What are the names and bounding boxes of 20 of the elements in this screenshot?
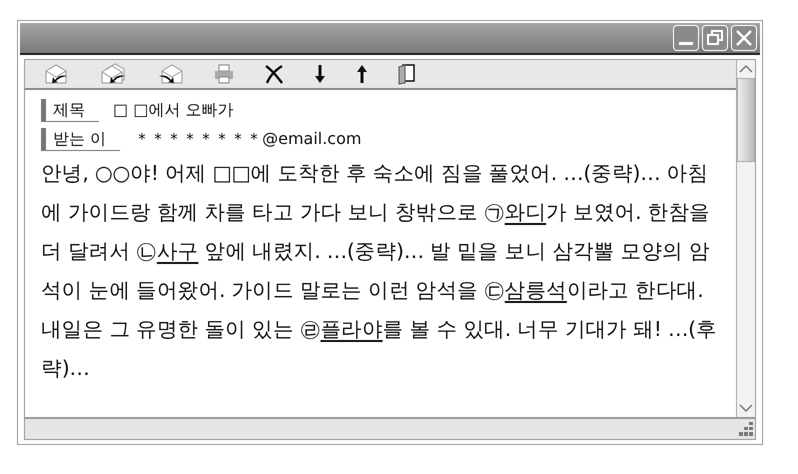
restore-button[interactable] [702,25,728,51]
field-value: ＊＊＊＊＊＊＊＊@email.com [134,129,362,150]
minimize-button[interactable] [673,25,699,51]
up-arrow-icon[interactable] [355,63,369,85]
close-button[interactable] [731,25,757,51]
down-arrow-icon[interactable] [313,63,327,85]
door-icon[interactable] [397,63,417,85]
forward-envelope-icon[interactable] [157,63,185,85]
print-icon[interactable] [213,63,235,85]
scrollbar[interactable] [736,60,755,417]
resize-grip-icon[interactable] [739,422,753,436]
scroll-thumb[interactable] [737,78,755,162]
restore-icon [705,28,725,48]
delete-x-icon[interactable] [263,63,285,85]
message-body: 안녕, ○○야! 어제 □□에 도착한 후 숙소에 짐을 풀었어. …(중략)… 아침에 가이드랑 함께 차를 타고 가다 보니 창밖으로 ㉠와디 가 보였어. 한참을 더 달려서 ㉡사구 앞에 내렸지. …(중략)… 발 밑을 보니 삼각뿔 모양의 암석이 눈에 들어왔어. 가이드 말로는 이런 암석을 ㉢삼릉석 이라고 한다대. 내일은 그 유명한 돌이 있는 ㉣플라야를 볼 수 있대. 너무 기대가 돼! …(후략)… [41,160,718,382]
field-value: □ □에서 오빠가 [113,100,234,121]
minimize-icon [679,42,693,45]
close-icon [734,28,754,48]
field-label: 제목 [41,99,99,122]
field-label: 받는 이 [41,128,120,151]
